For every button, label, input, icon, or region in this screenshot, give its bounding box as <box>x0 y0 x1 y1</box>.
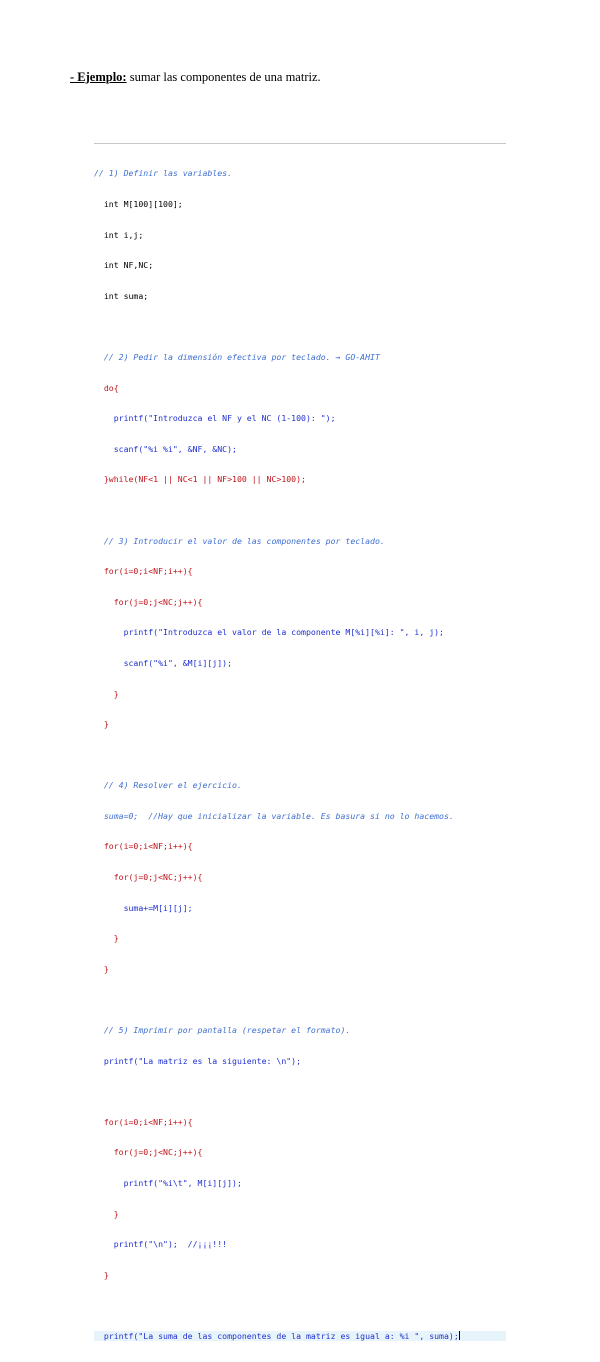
code-listing: // 1) Definir las variables. int M[100][… <box>94 148 506 1362</box>
code-line-5: int suma; <box>94 290 149 301</box>
code-line-17: scanf("%i", &M[i][j]); <box>94 657 233 668</box>
code-line-26: } <box>94 933 119 944</box>
code-line-16: printf("Introduzca el valor de la compon… <box>94 627 444 638</box>
code-line-23: for(i=0;i<NF;i++){ <box>94 841 193 852</box>
code-line-4: int NF,NC; <box>94 260 154 271</box>
code-line-19: } <box>94 719 109 730</box>
code-line-9: printf("Introduzca el NF y el NC (1-100)… <box>94 413 336 424</box>
code-line-13: // 3) Introducir el valor de las compone… <box>94 535 385 546</box>
code-line-14: for(i=0;i<NF;i++){ <box>94 566 193 577</box>
code-line-33: for(j=0;j<NC;j++){ <box>94 1147 203 1158</box>
example-label: - Ejemplo: <box>70 70 127 84</box>
code-line-1: // 1) Definir las variables. <box>94 168 233 179</box>
code-line-3: int i,j; <box>94 229 144 240</box>
code-screenshot: // 1) Definir las variables. int M[100][… <box>94 143 506 1342</box>
code-line-24: for(j=0;j<NC;j++){ <box>94 872 203 883</box>
code-line-18: } <box>94 688 119 699</box>
code-line-37: } <box>94 1269 109 1280</box>
text-cursor <box>458 1330 460 1340</box>
code-line-7: // 2) Pedir la dimensión efectiva por te… <box>94 351 380 362</box>
example-description: sumar las componentes de una matriz. <box>126 70 321 84</box>
example-heading: - Ejemplo: sumar las componentes de una … <box>70 70 321 85</box>
code-line-36: printf("\n"); //¡¡¡!!! <box>94 1239 228 1250</box>
code-line-32: for(i=0;i<NF;i++){ <box>94 1116 193 1127</box>
code-line-21: // 4) Resolver el ejercicio. <box>94 780 242 791</box>
code-line-34: printf("%i\t", M[i][j]); <box>94 1178 242 1188</box>
code-line-25: suma+=M[i][j]; <box>94 902 193 913</box>
code-line-39: printf("La suma de las componentes de la… <box>94 1330 506 1342</box>
code-line-11: }while(NF<1 || NC<1 || NF>100 || NC>100)… <box>94 474 306 485</box>
code-line-30: printf("La matriz es la siguiente: \n"); <box>94 1055 302 1066</box>
code-line-35: } <box>94 1208 119 1219</box>
code-line-8: do{ <box>94 382 119 393</box>
code-line-29: // 5) Imprimir por pantalla (respetar el… <box>94 1025 351 1036</box>
code-line-2: int M[100][100]; <box>94 199 183 209</box>
code-line-15: for(j=0;j<NC;j++){ <box>94 596 203 607</box>
code-line-22: suma=0; //Hay que inicializar la variabl… <box>94 810 454 821</box>
code-line-27: } <box>94 963 109 974</box>
code-line-10: scanf("%i %i", &NF, &NC); <box>94 443 237 454</box>
